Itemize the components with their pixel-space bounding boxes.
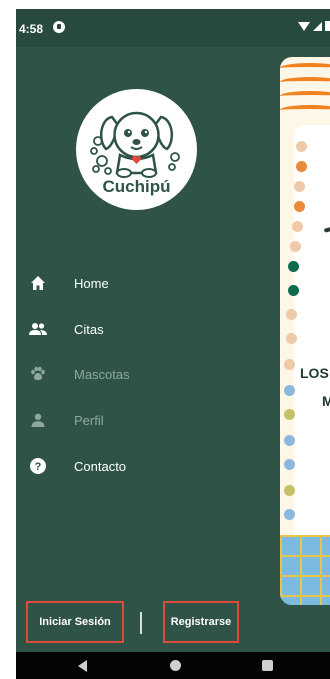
decorative-dot [284, 435, 295, 446]
menu-label-mascotas: Mascotas [74, 366, 130, 382]
login-button[interactable]: Iniciar Sesión [26, 601, 124, 643]
phone-screen: 4:58 LOS M Cuchipú Home Citas Mascotas P… [16, 9, 330, 679]
wifi-icon [298, 21, 310, 31]
status-bar: 4:58 [16, 9, 330, 47]
system-nav-bar [16, 652, 330, 679]
status-time: 4:58 [19, 22, 44, 36]
auth-actions: Iniciar Sesión Registrarse [16, 592, 278, 652]
decorative-dot [284, 459, 295, 470]
decorative-wave [280, 63, 330, 73]
recent-apps-icon[interactable] [262, 660, 273, 671]
decorative-dot [288, 261, 299, 272]
navigation-drawer: Cuchipú Home Citas Mascotas Perfil ? Con… [16, 47, 278, 652]
home-icon [28, 273, 48, 293]
logo-text: Cuchipú [102, 177, 171, 196]
background-screen-card: LOS M [280, 57, 330, 605]
signal-icon [313, 21, 322, 31]
decorative-dot [284, 385, 295, 396]
menu-label-perfil: Perfil [74, 412, 104, 428]
decorative-dot [292, 221, 303, 232]
decorative-dot [288, 285, 299, 296]
background-heading-partial: LOS [300, 365, 329, 381]
menu-label-contacto: Contacto [74, 458, 127, 474]
menu-item-citas[interactable]: Citas [16, 311, 278, 347]
menu-item-contacto[interactable]: ? Contacto [16, 448, 278, 484]
register-button[interactable]: Registrarse [163, 601, 239, 643]
person-icon [28, 410, 48, 430]
help-icon: ? [28, 456, 48, 476]
status-indicators [298, 21, 330, 31]
decorative-dot [290, 241, 301, 252]
decorative-dot [286, 309, 297, 320]
menu-item-home[interactable]: Home [16, 265, 278, 301]
decorative-dot [286, 333, 297, 344]
decorative-dot [284, 485, 295, 496]
background-inner-card [294, 125, 330, 585]
decorative-dot [294, 201, 305, 212]
menu-label-home: Home [74, 275, 109, 291]
decorative-wave [280, 77, 330, 87]
decorative-dot [284, 509, 295, 520]
menu-label-citas: Citas [74, 321, 104, 337]
paw-icon [28, 364, 48, 384]
background-grid-pattern [280, 535, 330, 605]
notification-app-icon [53, 21, 65, 33]
back-icon[interactable] [78, 660, 87, 672]
background-heading-partial: M [322, 393, 330, 409]
svg-text:?: ? [35, 461, 42, 473]
battery-icon [325, 21, 330, 31]
decorative-wave [280, 91, 330, 101]
decorative-dot [284, 359, 295, 370]
decorative-wave [280, 105, 330, 115]
home-nav-icon[interactable] [170, 660, 181, 671]
decorative-dot [284, 409, 295, 420]
menu-item-perfil[interactable]: Perfil [16, 402, 278, 438]
decorative-dot [294, 181, 305, 192]
auth-divider [140, 612, 142, 634]
menu-item-mascotas[interactable]: Mascotas [16, 356, 278, 392]
decorative-dot [296, 141, 307, 152]
app-logo: Cuchipú [76, 89, 197, 210]
people-icon [28, 319, 48, 339]
decorative-dot [296, 161, 307, 172]
